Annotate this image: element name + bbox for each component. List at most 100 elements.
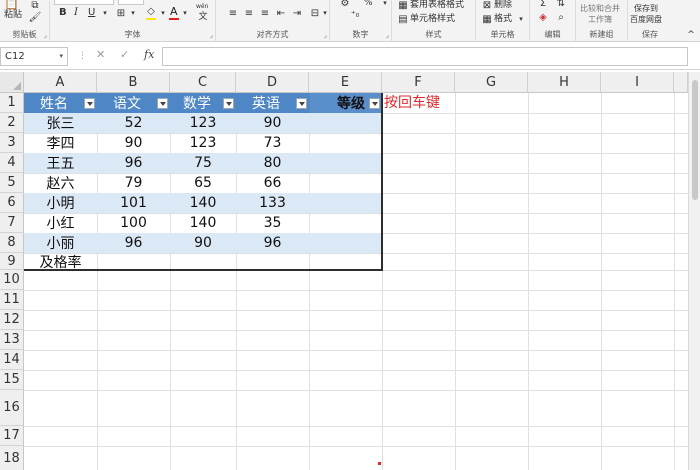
row-header-9[interactable]: 9: [0, 253, 24, 270]
row-header-17[interactable]: 17: [0, 426, 24, 446]
name-box[interactable]: C12 ▾: [0, 47, 68, 66]
save-to-line2[interactable]: 百度网盘: [630, 15, 662, 25]
name-box-dropdown-icon[interactable]: ▾: [59, 48, 63, 65]
cursor-marker: [378, 462, 381, 465]
column-header-f[interactable]: F: [382, 72, 455, 93]
align-left-icon[interactable]: ≡: [226, 6, 240, 20]
compare-merge-line1[interactable]: 比较和合并: [580, 4, 620, 14]
fill-icon[interactable]: ◈: [536, 10, 550, 24]
column-header-b[interactable]: B: [97, 72, 170, 93]
table-format-button[interactable]: 套用表格格式: [410, 0, 464, 10]
font-color-button[interactable]: A: [170, 6, 178, 17]
column-header-e[interactable]: E: [309, 72, 382, 93]
insert-function-icon[interactable]: fx: [144, 48, 154, 61]
table-format-icon[interactable]: ▦: [396, 0, 410, 12]
row-header-1[interactable]: 1: [0, 93, 24, 113]
sort-filter-icon[interactable]: ⇅: [554, 0, 568, 10]
styles-group: ▦ 套用表格格式 ▤ 单元格样式 样式: [392, 0, 476, 42]
cells-group: ⊠ 删除 ▦ 格式 ▾ 单元格: [476, 0, 530, 42]
alignment-group-label: 对齐方式: [256, 30, 289, 39]
column-header-g[interactable]: G: [455, 72, 528, 93]
styles-group-label: 样式: [425, 30, 442, 39]
clipboard-group-label: 剪贴板: [12, 30, 37, 39]
collapse-ribbon-icon[interactable]: ^: [684, 28, 698, 42]
fill-color-dropdown-icon[interactable]: ▾: [156, 6, 170, 20]
autosum-icon[interactable]: Σ: [536, 0, 550, 10]
ribbon: 📋 粘贴 ⧉ 🖌 剪贴板 ⌟ B I U ▾ ⊞ ▾ ◇ ▾ A ▾ wén 文…: [0, 0, 700, 42]
number-dropdown-icon[interactable]: ▾: [378, 0, 392, 10]
font-color-dropdown-icon[interactable]: ▾: [178, 6, 192, 20]
enter-icon[interactable]: ✓: [120, 48, 129, 61]
clipboard-group: 📋 粘贴 ⧉ 🖌 剪贴板 ⌟: [0, 0, 50, 42]
fill-color-swatch: [146, 18, 156, 20]
row-header-2[interactable]: 2: [0, 113, 24, 133]
row-header-15[interactable]: 15: [0, 370, 24, 390]
formula-bar-separator-icon: ⋮: [78, 51, 87, 61]
row-header-8[interactable]: 8: [0, 233, 24, 253]
percent-button[interactable]: %: [364, 0, 373, 8]
scrollbar-thumb[interactable]: [692, 80, 698, 200]
borders-dropdown-icon[interactable]: ▾: [126, 6, 140, 20]
delete-icon[interactable]: ⊠: [480, 0, 494, 12]
column-header-j[interactable]: [674, 72, 688, 93]
find-icon[interactable]: ⌕: [554, 10, 568, 24]
compare-merge-line2[interactable]: 工作簿: [588, 15, 612, 25]
cell-style-icon[interactable]: ▤: [396, 12, 410, 26]
phonetic-glyph-icon[interactable]: 文: [196, 8, 210, 22]
font-size-select[interactable]: [118, 0, 144, 5]
align-right-icon[interactable]: ≡: [258, 6, 272, 20]
row-header-3[interactable]: 3: [0, 133, 24, 153]
bold-button[interactable]: B: [59, 8, 67, 18]
save-to-line1[interactable]: 保存到: [634, 4, 658, 14]
underline-dropdown-icon[interactable]: ▾: [98, 6, 112, 20]
delete-button[interactable]: 删除: [494, 0, 512, 10]
table-frame: [24, 93, 383, 271]
row-header-5[interactable]: 5: [0, 173, 24, 193]
row-header-16[interactable]: 16: [0, 390, 24, 426]
name-box-value: C12: [5, 51, 25, 62]
row-header-10[interactable]: 10: [0, 270, 24, 290]
font-name-select[interactable]: [54, 0, 114, 5]
clipboard-launcher-icon[interactable]: ⌟: [44, 31, 47, 39]
column-header-c[interactable]: C: [170, 72, 236, 93]
alignment-launcher-icon[interactable]: ⌟: [324, 31, 327, 39]
font-group: B I U ▾ ⊞ ▾ ◇ ▾ A ▾ wén 文 字体 ⌟: [50, 0, 216, 42]
number-launcher-icon[interactable]: ⌟: [386, 31, 389, 39]
cell-style-button[interactable]: 单元格样式: [410, 14, 455, 24]
row-header-4[interactable]: 4: [0, 153, 24, 173]
vertical-scrollbar[interactable]: [688, 72, 700, 470]
column-header-a[interactable]: A: [24, 72, 97, 93]
column-header-h[interactable]: H: [528, 72, 601, 93]
format-painter-icon[interactable]: 🖌: [28, 10, 42, 24]
worksheet-grid[interactable]: A B C D E F G H I 1 2 3 4 5 6 7 8 9 10 1…: [0, 72, 700, 470]
align-center-icon[interactable]: ≡: [242, 6, 256, 20]
decrease-indent-icon[interactable]: ⇤: [274, 6, 288, 20]
formula-input[interactable]: [162, 47, 688, 66]
new-group-label: 新建组: [589, 30, 614, 39]
save-group-label: 保存: [642, 30, 658, 39]
editing-group: Σ ⇅ ◈ ⌕ 编辑: [530, 0, 576, 42]
cancel-icon[interactable]: ✕: [96, 48, 105, 61]
number-group: ⚙ % ▾ ⁺₀ 数字 ⌟: [330, 0, 392, 42]
select-all-corner[interactable]: [0, 72, 24, 93]
italic-button[interactable]: I: [74, 8, 78, 18]
column-header-d[interactable]: D: [236, 72, 309, 93]
formula-bar: C12 ▾ ⋮ ✕ ✓ fx: [0, 43, 700, 70]
row-header-13[interactable]: 13: [0, 330, 24, 350]
paste-button[interactable]: 粘贴: [4, 10, 22, 20]
row-header-11[interactable]: 11: [0, 290, 24, 310]
row-header-14[interactable]: 14: [0, 350, 24, 370]
font-launcher-icon[interactable]: ⌟: [210, 31, 213, 39]
row-header-18[interactable]: 18: [0, 446, 24, 470]
underline-button[interactable]: U: [88, 8, 95, 18]
format-button[interactable]: 格式: [494, 14, 512, 24]
row-header-6[interactable]: 6: [0, 193, 24, 213]
row-header-7[interactable]: 7: [0, 213, 24, 233]
increase-decimal-icon[interactable]: ⁺₀: [348, 8, 362, 22]
row-header-12[interactable]: 12: [0, 310, 24, 330]
column-header-i[interactable]: I: [601, 72, 674, 93]
paste-icon[interactable]: 📋: [4, 0, 19, 9]
format-dropdown-icon[interactable]: ▾: [514, 12, 528, 26]
increase-indent-icon[interactable]: ⇥: [290, 6, 304, 20]
format-icon[interactable]: ▦: [480, 12, 494, 26]
